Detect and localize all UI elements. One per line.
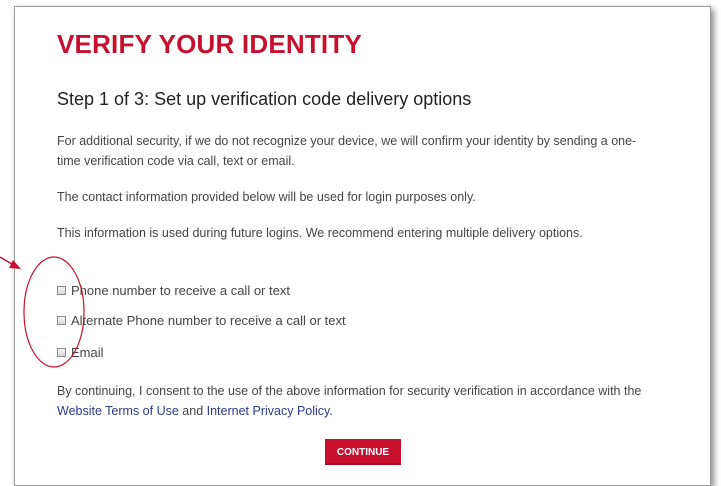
step-heading: Step 1 of 3: Set up verification code de…: [57, 89, 472, 109]
consent-text: By continuing, I consent to the use of t…: [57, 381, 657, 421]
email-option-label: Email: [71, 344, 104, 360]
consent-text-middle: and: [178, 404, 207, 418]
consent-text-end: .: [329, 404, 333, 418]
page-title: VERIFY YOUR IDENTITY: [57, 29, 362, 59]
alternate-phone-checkbox[interactable]: [57, 315, 66, 325]
privacy-policy-link[interactable]: Internet Privacy Policy: [207, 404, 330, 418]
email-checkbox[interactable]: [57, 347, 66, 357]
security-explanation-text: For additional security, if we do not re…: [57, 134, 637, 168]
annotation-arrow-line: [0, 256, 13, 265]
terms-of-use-link[interactable]: Website Terms of Use: [57, 404, 179, 418]
alternate-phone-option-label: Alternate Phone number to receive a call…: [71, 312, 346, 328]
alternate-phone-option[interactable]: Alternate Phone number to receive a call…: [57, 311, 346, 329]
phone-option[interactable]: Phone number to receive a call or text: [57, 281, 290, 299]
contact-usage-text: The contact information provided below w…: [57, 190, 476, 204]
phone-checkbox[interactable]: [57, 285, 66, 295]
verification-card: VERIFY YOUR IDENTITY Step 1 of 3: Set up…: [14, 6, 711, 486]
phone-option-label: Phone number to receive a call or text: [71, 282, 290, 298]
consent-text-start: By continuing, I consent to the use of t…: [57, 384, 642, 398]
recommendation-text: This information is used during future l…: [57, 226, 583, 240]
continue-button[interactable]: CONTINUE: [325, 439, 401, 465]
email-option[interactable]: Email: [57, 343, 104, 361]
